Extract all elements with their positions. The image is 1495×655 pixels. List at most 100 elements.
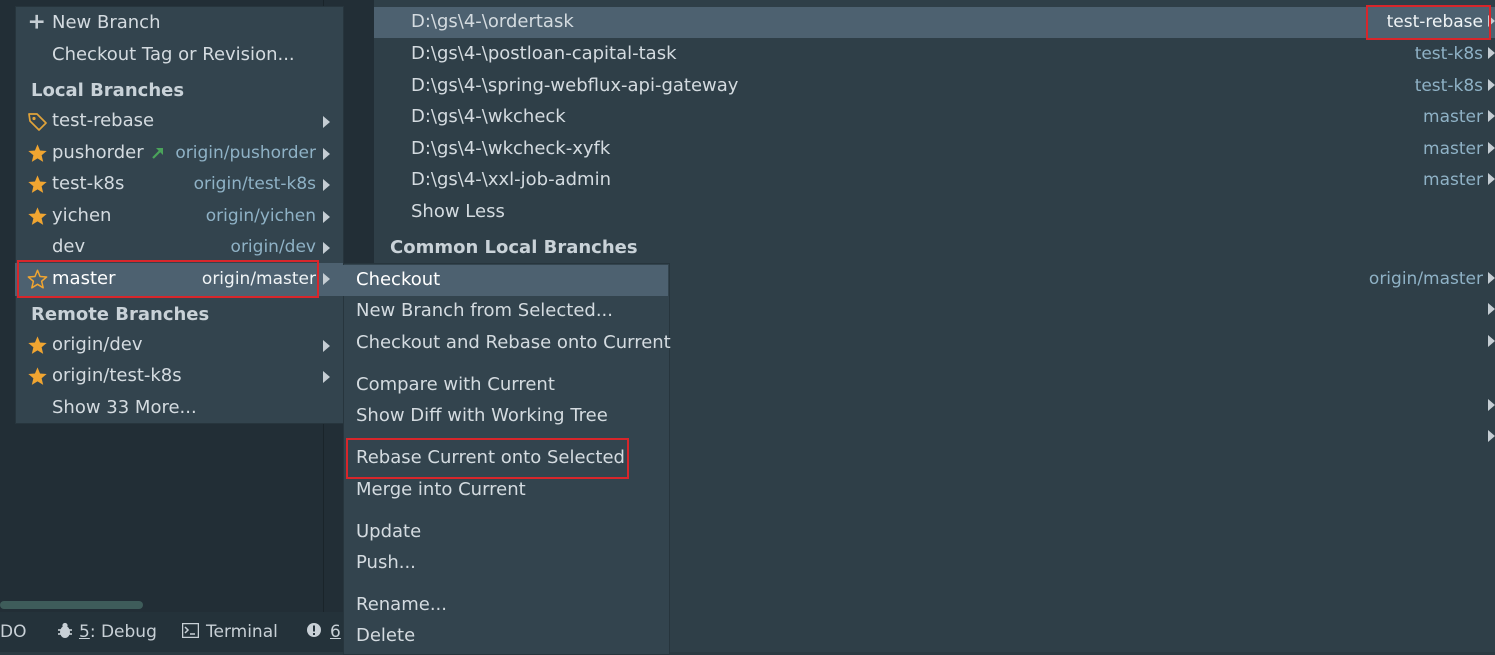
star-filled-icon — [28, 336, 47, 354]
new-branch-item[interactable]: New Branch — [15, 8, 344, 39]
chevron-right-icon — [1488, 303, 1495, 315]
rename-menu-item[interactable]: Rename... — [343, 590, 668, 621]
chevron-right-icon — [1488, 47, 1495, 59]
menu-item-label: Push... — [356, 552, 416, 573]
update-menu-item[interactable]: Update — [343, 517, 668, 548]
menu-item-label: Show Diff with Working Tree — [356, 405, 608, 426]
chevron-right-icon — [1488, 272, 1495, 284]
menu-item-label: Update — [356, 521, 422, 542]
chevron-right-icon — [1488, 110, 1495, 122]
repo-path: D:\gs\4-\postloan-capital-task — [411, 43, 677, 64]
chevron-right-icon — [1488, 335, 1495, 347]
warning-circle-icon — [307, 623, 321, 637]
local-branch-pushorder[interactable]: pushorder origin/pushorder — [15, 138, 344, 169]
repo-branch: test-k8s — [1414, 76, 1483, 96]
branch-name: origin/test-k8s — [52, 365, 182, 386]
problems-tab[interactable]: 6 — [306, 622, 341, 642]
plus-icon — [29, 14, 44, 29]
terminal-tab-label: Terminal — [206, 622, 278, 642]
chevron-right-icon — [323, 179, 330, 191]
repo-row-postloan-capital-task[interactable]: D:\gs\4-\postloan-capital-task test-k8s — [374, 39, 1495, 70]
star-filled-icon — [28, 175, 47, 193]
chevron-right-icon — [1488, 173, 1495, 185]
chevron-right-icon — [323, 116, 330, 128]
repo-row-xxl-job-admin[interactable]: D:\gs\4-\xxl-job-admin master — [374, 165, 1495, 196]
show-less-link[interactable]: Show Less — [374, 197, 1495, 228]
show-diff-menu-item[interactable]: Show Diff with Working Tree — [343, 401, 668, 432]
new-branch-from-selected-menu-item[interactable]: New Branch from Selected... — [343, 296, 668, 327]
local-branch-test-rebase[interactable]: test-rebase — [15, 106, 344, 137]
common-branch-tracking: origin/master — [1368, 269, 1483, 289]
chevron-right-icon — [323, 371, 330, 383]
checkout-tag-item[interactable]: Checkout Tag or Revision... — [15, 40, 344, 71]
chevron-right-icon — [323, 211, 330, 223]
repo-path: D:\gs\4-\wkcheck — [411, 106, 566, 127]
branch-tracking: origin/test-k8s — [193, 174, 316, 194]
menu-item-label: New Branch from Selected... — [356, 300, 614, 321]
branch-name: dev — [52, 236, 86, 257]
debug-tab[interactable]: 5: Debug — [57, 622, 157, 642]
merge-into-current-menu-item[interactable]: Merge into Current — [343, 475, 668, 506]
terminal-tab[interactable]: Terminal — [181, 622, 278, 642]
bug-icon — [58, 622, 72, 638]
local-branch-test-k8s[interactable]: test-k8s origin/test-k8s — [15, 169, 344, 200]
branch-name: origin/dev — [52, 334, 143, 355]
tag-icon — [28, 113, 47, 131]
highlight-current-branch — [1366, 5, 1491, 40]
compare-with-current-menu-item[interactable]: Compare with Current — [343, 370, 668, 401]
repo-path: D:\gs\4-\spring-webflux-api-gateway — [411, 75, 739, 96]
menu-item-label: Checkout and Rebase onto Current — [356, 332, 671, 353]
repo-branch: master — [1423, 170, 1483, 190]
star-filled-icon — [28, 144, 47, 162]
terminal-icon — [181, 622, 200, 639]
chevron-right-icon — [323, 273, 330, 285]
branch-tracking: origin/dev — [230, 237, 316, 257]
outgoing-arrow-icon — [152, 148, 163, 159]
remote-branches-header: Remote Branches — [31, 304, 210, 325]
repo-row-ordertask[interactable]: D:\gs\4-\ordertask test-rebase — [374, 7, 1495, 38]
menu-item-label: Compare with Current — [356, 374, 555, 395]
branch-name: yichen — [52, 205, 112, 226]
chevron-right-icon — [1488, 79, 1495, 91]
local-branch-yichen[interactable]: yichen origin/yichen — [15, 201, 344, 232]
chevron-right-icon — [323, 242, 330, 254]
local-branch-dev[interactable]: dev origin/dev — [15, 232, 344, 263]
chevron-right-icon — [323, 340, 330, 352]
chevron-right-icon — [1488, 142, 1495, 154]
checkout-menu-item[interactable]: Checkout — [343, 265, 668, 296]
chevron-right-icon — [323, 148, 330, 160]
checkout-tag-label: Checkout Tag or Revision... — [52, 44, 295, 65]
repo-path: D:\gs\4-\xxl-job-admin — [411, 169, 612, 190]
repo-row-spring-webflux-api-gateway[interactable]: D:\gs\4-\spring-webflux-api-gateway test… — [374, 71, 1495, 102]
repo-branch: master — [1423, 139, 1483, 159]
remote-branch-origin-test-k8s[interactable]: origin/test-k8s — [15, 361, 344, 392]
repo-branch: test-k8s — [1414, 44, 1483, 64]
highlight-master-branch — [17, 260, 319, 298]
repo-row-wkcheck[interactable]: D:\gs\4-\wkcheck master — [374, 102, 1495, 133]
push-menu-item[interactable]: Push... — [343, 548, 668, 579]
show-more-label: Show 33 More... — [52, 397, 197, 418]
branch-tracking: origin/pushorder — [175, 143, 316, 163]
branch-tracking: origin/yichen — [205, 206, 316, 226]
debug-tab-label: : Debug — [89, 622, 157, 642]
remote-branch-origin-dev[interactable]: origin/dev — [15, 330, 344, 361]
todo-tab[interactable]: DO — [0, 622, 26, 642]
debug-tab-number: 5 — [79, 622, 90, 642]
repo-branch: master — [1423, 107, 1483, 127]
menu-item-label: Checkout — [356, 269, 441, 290]
horizontal-scrollbar[interactable] — [0, 601, 143, 609]
menu-item-label: Delete — [356, 625, 416, 646]
menu-item-label: Rename... — [356, 594, 447, 615]
checkout-and-rebase-menu-item[interactable]: Checkout and Rebase onto Current — [343, 328, 671, 359]
chevron-right-icon — [1488, 399, 1495, 411]
branch-name: test-rebase — [52, 110, 155, 131]
highlight-rebase-item — [346, 438, 629, 479]
repo-row-wkcheck-xyfk[interactable]: D:\gs\4-\wkcheck-xyfk master — [374, 134, 1495, 165]
star-filled-icon — [28, 367, 47, 385]
show-more-branches[interactable]: Show 33 More... — [15, 393, 344, 424]
delete-menu-item[interactable]: Delete — [343, 621, 668, 652]
menu-item-label: Merge into Current — [356, 479, 526, 500]
repo-path: D:\gs\4-\ordertask — [411, 11, 574, 32]
show-less-label: Show Less — [411, 201, 505, 222]
star-filled-icon — [28, 207, 47, 225]
